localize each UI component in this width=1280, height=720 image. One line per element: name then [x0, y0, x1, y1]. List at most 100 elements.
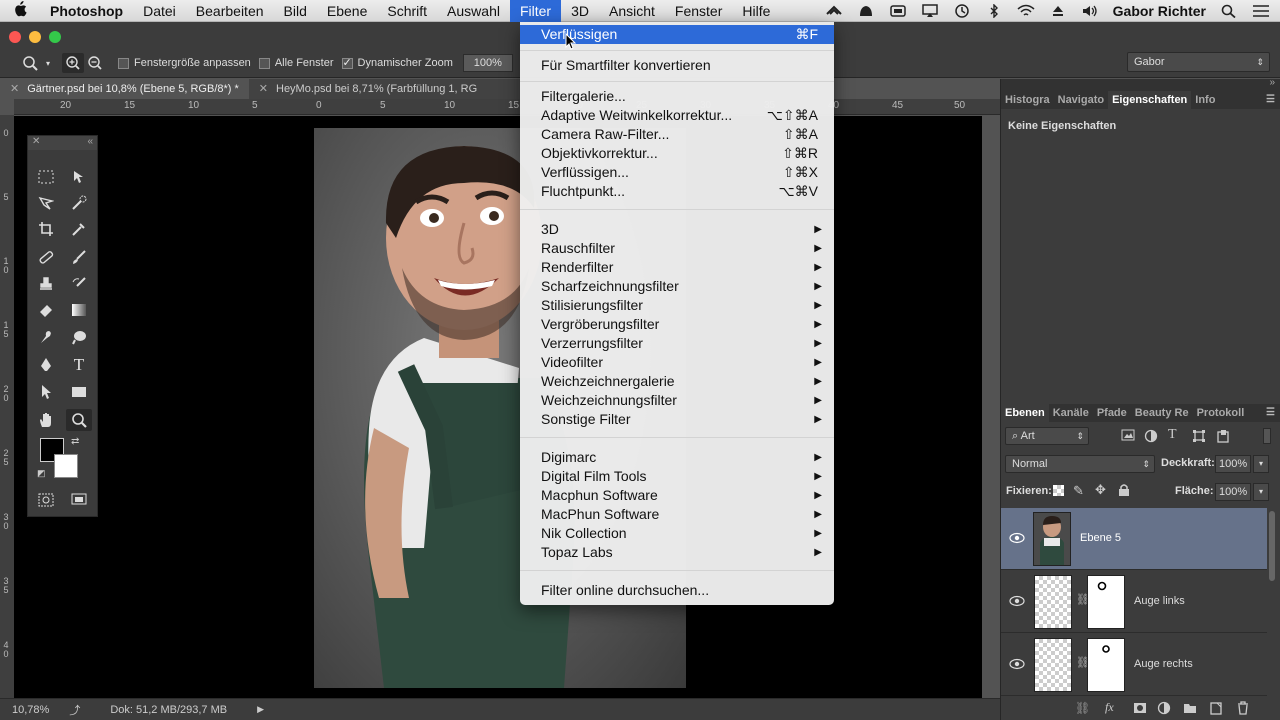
notification-center-icon[interactable] — [1252, 4, 1270, 18]
add-mask-icon[interactable] — [1133, 702, 1147, 717]
menu-item-noise[interactable]: Rauschfilter ▶ — [520, 239, 834, 258]
menu-item-other[interactable]: Sonstige Filter ▶ — [520, 410, 834, 429]
document-canvas[interactable] — [14, 116, 982, 698]
move-tool-icon[interactable] — [66, 166, 92, 188]
panel-menu-icon[interactable]: ☰ — [1266, 407, 1275, 418]
default-colors-icon[interactable]: ◩ — [37, 468, 46, 479]
layer-name[interactable]: Auge rechts — [1134, 658, 1193, 670]
menu-item-render[interactable]: Renderfilter ▶ — [520, 258, 834, 277]
dynamic-zoom-box[interactable] — [341, 56, 353, 69]
menu-item-filter-gallery[interactable]: Filtergalerie... — [520, 87, 834, 106]
all-windows-box[interactable] — [258, 57, 270, 69]
layer-row[interactable]: ⛓ Auge links — [1001, 571, 1267, 633]
quick-selection-tool-icon[interactable] — [66, 192, 92, 214]
menu-fenster[interactable]: Fenster — [665, 0, 732, 22]
brush-tool-icon[interactable] — [66, 246, 92, 268]
close-window-button[interactable] — [9, 31, 21, 43]
marquee-tool-icon[interactable] — [33, 166, 59, 188]
menu-item-video[interactable]: Videofilter ▶ — [520, 353, 834, 372]
menu-item-blur[interactable]: Weichzeichnungsfilter ▶ — [520, 391, 834, 410]
menu-item-vanishing-point[interactable]: Fluchtpunkt... ⌥⌘V — [520, 182, 834, 201]
layer-mask-thumbnail[interactable] — [1087, 638, 1125, 692]
layers-scrollbar[interactable] — [1269, 511, 1275, 581]
collapse-dock-icon[interactable]: » — [1269, 77, 1275, 88]
eraser-tool-icon[interactable] — [33, 299, 59, 321]
eyedropper-tool-icon[interactable] — [66, 218, 92, 240]
menu-photoshop[interactable]: Photoshop — [40, 0, 133, 22]
zoom-percent-button[interactable]: 100% — [462, 54, 513, 72]
cloud-icon[interactable] — [889, 4, 907, 18]
tab-histogram[interactable]: Histogra — [1001, 91, 1054, 109]
link-layers-icon[interactable]: ⛓ — [1075, 701, 1090, 715]
gradient-tool-icon[interactable] — [66, 299, 92, 321]
layer-name[interactable]: Ebene 5 — [1080, 532, 1121, 544]
layer-filter-select[interactable]: ⌕ Art ⇕ — [1005, 427, 1089, 445]
layer-row[interactable]: Ebene 5 — [1001, 508, 1267, 570]
menu-item-adaptive-wide-angle[interactable]: Adaptive Weitwinkelkorrektur... ⌥⇧⌘A — [520, 106, 834, 125]
rectangle-tool-icon[interactable] — [66, 381, 92, 403]
layer-mask-thumbnail[interactable] — [1087, 575, 1125, 629]
fit-window-checkbox[interactable]: Fenstergröße anpassen — [118, 57, 251, 69]
tab-channels[interactable]: Kanäle — [1049, 404, 1093, 422]
eye-icon[interactable] — [1009, 658, 1025, 670]
menu-item-nik-collection[interactable]: Nik Collection ▶ — [520, 524, 834, 543]
apple-icon[interactable] — [0, 0, 40, 21]
hand-tool-icon[interactable] — [33, 409, 59, 431]
airplay-icon[interactable] — [921, 3, 939, 18]
menu-item-sharpen[interactable]: Scharfzeichnungsfilter ▶ — [520, 277, 834, 296]
eject-icon[interactable] — [1049, 4, 1067, 18]
tab-heymo[interactable]: ✕ HeyMo.psd bei 8,71% (Farbfüllung 1, RG — [249, 79, 487, 99]
menu-ebene[interactable]: Ebene — [317, 0, 377, 22]
menu-item-liquify[interactable]: Verflüssigen... ⇧⌘X — [520, 163, 834, 182]
menu-item-digimarc[interactable]: Digimarc ▶ — [520, 448, 834, 467]
menu-item-3d[interactable]: 3D ▶ — [520, 220, 834, 239]
quick-mask-icon[interactable] — [33, 489, 59, 511]
menu-item-browse-online[interactable]: Filter online durchsuchen... — [520, 581, 834, 600]
crop-tool-icon[interactable] — [33, 218, 59, 240]
zoom-out-icon[interactable] — [84, 53, 106, 73]
menu-bearbeiten[interactable]: Bearbeiten — [186, 0, 274, 22]
smudge-tool-icon[interactable] — [33, 326, 59, 348]
lock-position-icon[interactable]: ✥ — [1095, 482, 1106, 498]
background-color-swatch[interactable] — [54, 454, 78, 478]
filter-smart-object-icon[interactable] — [1216, 429, 1230, 446]
ruler-horizontal[interactable]: 20 15 10 5 0 5 10 15 20 25 30 35 40 45 5… — [14, 99, 1000, 115]
menu-filter[interactable]: Filter — [509, 0, 562, 22]
spotlight-search-icon[interactable] — [1220, 4, 1238, 18]
tab-history[interactable]: Protokoll — [1193, 404, 1249, 422]
menu-item-blur-gallery[interactable]: Weichzeichnergalerie ▶ — [520, 372, 834, 391]
volume-icon[interactable] — [1081, 4, 1099, 18]
lasso-tool-icon[interactable] — [33, 192, 59, 214]
wave-icon[interactable] — [825, 4, 843, 18]
filter-pixel-icon[interactable] — [1121, 429, 1135, 444]
fill-chevron-icon[interactable]: ▾ — [1253, 483, 1269, 501]
filter-adjustment-icon[interactable] — [1144, 429, 1158, 446]
menu-auswahl[interactable]: Auswahl — [437, 0, 510, 22]
menu-item-lens-correction[interactable]: Objektivkorrektur... ⇧⌘R — [520, 144, 834, 163]
close-panel-icon[interactable]: ✕ — [32, 136, 40, 147]
fill-input[interactable]: 100% — [1215, 483, 1251, 501]
zoom-tool-icon[interactable] — [20, 53, 42, 73]
zoom-level[interactable]: 10,78% — [12, 704, 49, 716]
menu-hilfe[interactable]: Hilfe — [732, 0, 780, 22]
menu-schrift[interactable]: Schrift — [377, 0, 437, 22]
menu-item-smart-filter[interactable]: Für Smartfilter konvertieren — [520, 56, 834, 75]
menu-item-stylize[interactable]: Stilisierungsfilter ▶ — [520, 296, 834, 315]
workspace-select[interactable]: Gabor ⇕ — [1127, 52, 1270, 72]
tools-panel-header[interactable]: ✕ « — [28, 136, 97, 150]
tab-properties[interactable]: Eigenschaften — [1108, 91, 1192, 109]
bluetooth-icon[interactable] — [985, 2, 1003, 19]
user-name[interactable]: Gabor Richter — [1113, 3, 1206, 19]
filter-shape-icon[interactable] — [1192, 429, 1206, 446]
wifi-icon[interactable] — [1017, 4, 1035, 18]
zoom-window-button[interactable] — [49, 31, 61, 43]
lock-all-icon[interactable] — [1118, 483, 1130, 499]
layer-name[interactable]: Auge links — [1134, 595, 1185, 607]
tool-preset-chevron-icon[interactable]: ▾ — [46, 59, 50, 68]
path-selection-tool-icon[interactable] — [33, 381, 59, 403]
delete-layer-icon[interactable] — [1237, 701, 1249, 718]
new-adjustment-icon[interactable] — [1157, 701, 1171, 718]
healing-brush-tool-icon[interactable] — [33, 246, 59, 268]
all-windows-checkbox[interactable]: Alle Fenster — [258, 57, 334, 69]
type-tool-icon[interactable]: T — [66, 354, 92, 376]
